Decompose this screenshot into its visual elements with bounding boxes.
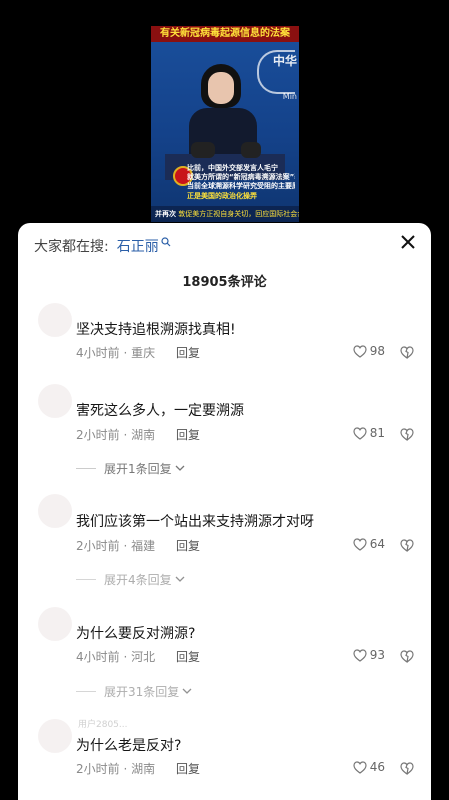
- comment-username[interactable]: 用户2805...: [78, 717, 128, 730]
- close-icon[interactable]: [399, 233, 417, 251]
- broken-heart-icon[interactable]: [399, 344, 415, 360]
- reply-button[interactable]: 回复: [176, 426, 200, 443]
- like-count: 93: [369, 648, 385, 662]
- avatar[interactable]: [38, 494, 72, 528]
- like-button[interactable]: 98: [353, 344, 385, 358]
- video-ticker: 并再次 敦促美方正视自身关切，回应国际社会合理关切: [151, 206, 299, 222]
- chevron-down-icon: [175, 576, 185, 582]
- broken-heart-icon[interactable]: [399, 648, 415, 664]
- comment-text: 坚决支持追根溯源找真相!: [76, 322, 236, 338]
- logo-subtext: Min: [282, 92, 297, 101]
- divider: [76, 691, 96, 692]
- expand-replies-button[interactable]: 展开1条回复: [76, 460, 185, 477]
- avatar[interactable]: [38, 303, 72, 337]
- like-button[interactable]: 46: [353, 760, 385, 774]
- chevron-down-icon: [175, 465, 185, 471]
- expand-replies-button[interactable]: 展开31条回复: [76, 683, 192, 700]
- expand-replies-button[interactable]: 展开4条回复: [76, 571, 185, 588]
- divider: [76, 579, 96, 580]
- chevron-down-icon: [182, 688, 192, 694]
- comment-sheet: 大家都在搜: 石正丽 18905条评论 坚决支持追根溯源找真相! 4小时前 · …: [18, 223, 431, 800]
- heart-icon: [353, 760, 367, 774]
- heart-icon: [353, 648, 367, 662]
- avatar[interactable]: [38, 384, 72, 418]
- heart-icon: [353, 426, 367, 440]
- comment-text: 我们应该第一个站出来支持溯源才对呀: [76, 514, 314, 530]
- reply-button[interactable]: 回复: [176, 344, 200, 361]
- heart-icon: [353, 344, 367, 358]
- comment-meta: 2小时前 · 福建: [76, 539, 156, 553]
- broken-heart-icon[interactable]: [399, 760, 415, 776]
- comment-meta: 2小时前 · 湖南: [76, 762, 156, 776]
- comment-text: 害死这么多人，一定要溯源: [76, 403, 244, 419]
- like-count: 81: [369, 426, 385, 440]
- trending-search-term[interactable]: 石正丽: [117, 236, 159, 256]
- like-button[interactable]: 64: [353, 537, 385, 551]
- video-caption-highlight: 正是美国的政治化操弄: [187, 192, 257, 200]
- video-banner: 有关新冠病毒起源信息的法案: [151, 26, 299, 42]
- avatar[interactable]: [38, 607, 72, 641]
- comment-meta: 4小时前 · 河北: [76, 650, 156, 664]
- like-button[interactable]: 93: [353, 648, 385, 662]
- reply-button[interactable]: 回复: [176, 648, 200, 665]
- video-area[interactable]: 有关新冠病毒起源信息的法案 中华 Min 比前，中国外交部发言人毛宁 就美方所谓…: [0, 0, 449, 225]
- comment-meta: 4小时前 · 重庆: [76, 346, 156, 360]
- logo-text: 中华: [272, 54, 297, 68]
- like-count: 46: [369, 760, 385, 774]
- expand-replies-label: 展开31条回复: [104, 685, 180, 699]
- expand-replies-label: 展开1条回复: [104, 462, 172, 476]
- reply-button[interactable]: 回复: [176, 760, 200, 777]
- broken-heart-icon[interactable]: [399, 537, 415, 553]
- trending-search-label: 大家都在搜:: [34, 239, 109, 255]
- microphone: [191, 142, 215, 158]
- divider: [76, 468, 96, 469]
- microphone: [241, 142, 261, 158]
- ticker-prefix: 并再次: [155, 210, 176, 218]
- like-count: 98: [369, 344, 385, 358]
- reply-button[interactable]: 回复: [176, 537, 200, 554]
- like-count: 64: [369, 537, 385, 551]
- spokesperson-face: [208, 72, 234, 104]
- broken-heart-icon[interactable]: [399, 426, 415, 442]
- avatar[interactable]: [38, 719, 72, 753]
- search-icon: [161, 237, 171, 247]
- comment-count: 18905条评论: [182, 275, 267, 290]
- comment-text: 为什么要反对溯源?: [76, 626, 196, 642]
- video-caption-line: 当前全球溯源科学研究受阻的主要原因: [187, 182, 295, 190]
- comment-text: 为什么老是反对?: [76, 738, 182, 754]
- expand-replies-label: 展开4条回复: [104, 573, 172, 587]
- video-frame[interactable]: 有关新冠病毒起源信息的法案 中华 Min 比前，中国外交部发言人毛宁 就美方所谓…: [151, 26, 299, 222]
- trending-search[interactable]: 大家都在搜: 石正丽: [34, 235, 171, 257]
- ticker-highlight: 敦促美方正视自身关切，回应国际社会合理关切: [178, 210, 299, 218]
- comment-meta: 2小时前 · 湖南: [76, 428, 156, 442]
- heart-icon: [353, 537, 367, 551]
- like-button[interactable]: 81: [353, 426, 385, 440]
